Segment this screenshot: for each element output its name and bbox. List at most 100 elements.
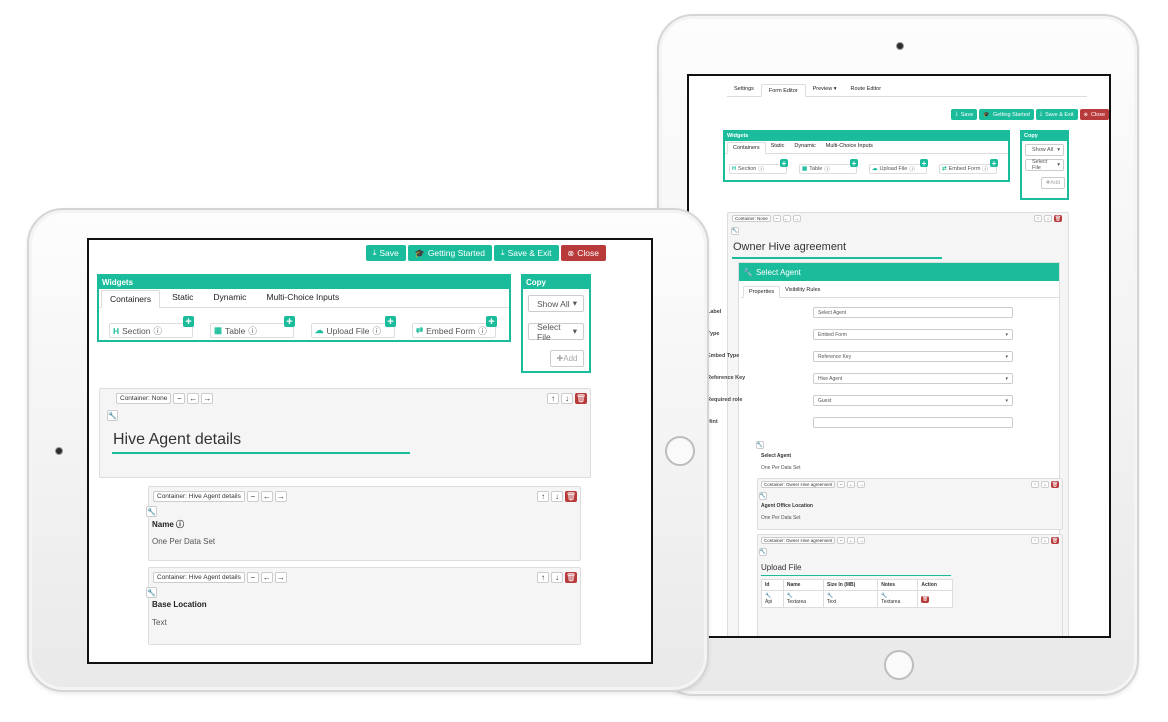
save-button[interactable]: ⤓ Save [951, 109, 978, 120]
add-embed-button[interactable]: + [486, 316, 497, 328]
tab-containers[interactable]: Containers [101, 290, 161, 308]
arrow-right-icon[interactable]: → [201, 393, 214, 404]
trash-icon[interactable]: 🗑 [921, 595, 930, 603]
close-button[interactable]: ⊗ Close [1079, 109, 1109, 120]
add-table-button[interactable]: + [284, 316, 295, 328]
tab-multi-choice[interactable]: Multi-Choice Inputs [258, 289, 347, 307]
container-selector[interactable]: Container: None [116, 393, 172, 404]
trash-icon[interactable]: 🗑 [1054, 215, 1062, 222]
tab-route-editor[interactable]: Route Editor [843, 83, 888, 96]
minus-icon[interactable]: − [246, 491, 259, 502]
arrow-right-icon[interactable]: → [792, 215, 801, 222]
add-embed-button[interactable]: + [990, 159, 998, 168]
wrench-icon[interactable]: 🔧 [146, 506, 157, 517]
widget-embed-form[interactable]: ⇄ Embed Form ⓘ + [939, 159, 998, 174]
wrench-icon[interactable]: 🔧 [146, 587, 157, 598]
widget-table[interactable]: ▦ Table ⓘ + [799, 159, 858, 174]
arrow-up-icon[interactable]: ↑ [1034, 215, 1042, 222]
getting-started-button[interactable]: 🎓 Getting Started [979, 109, 1034, 120]
arrow-left-icon[interactable]: ← [847, 481, 856, 488]
arrow-up-icon[interactable]: ↑ [537, 572, 549, 583]
add-section-button[interactable]: + [183, 316, 194, 328]
save-button[interactable]: ⤓ Save [365, 245, 406, 261]
minus-icon[interactable]: − [246, 572, 259, 583]
tab-visibility-rules[interactable]: Visibility Rules [780, 285, 825, 297]
widget-section[interactable]: H Section ⓘ + [729, 159, 788, 174]
show-all-select[interactable]: Show All ▾ [528, 295, 584, 312]
minus-icon[interactable]: − [173, 393, 186, 404]
add-section-button[interactable]: + [780, 159, 788, 168]
arrow-up-icon[interactable]: ↑ [1031, 481, 1039, 488]
tab-static[interactable]: Static [766, 141, 790, 153]
add-upload-button[interactable]: + [385, 316, 396, 328]
arrow-up-icon[interactable]: ↑ [537, 491, 549, 502]
arrow-down-icon[interactable]: ↓ [1041, 537, 1049, 544]
trash-icon[interactable]: 🗑 [565, 572, 577, 583]
container-selector[interactable]: Container: None [732, 215, 771, 222]
wrench-icon[interactable]: 🔧 [756, 441, 764, 449]
arrow-left-icon[interactable]: ← [782, 215, 791, 222]
tab-settings[interactable]: Settings [727, 83, 761, 96]
container-selector[interactable]: Container: Hive Agent details [153, 491, 245, 502]
arrow-right-icon[interactable]: → [274, 572, 287, 583]
arrow-right-icon[interactable]: → [857, 537, 866, 544]
trash-icon[interactable]: 🗑 [565, 491, 577, 502]
container-selector[interactable]: Container: Owner Hive agreement [761, 537, 836, 544]
label-input[interactable]: Select Agent [813, 307, 1013, 318]
widget-upload-file[interactable]: ☁ Upload File ⓘ + [311, 316, 396, 338]
trash-icon[interactable]: 🗑 [575, 393, 587, 404]
add-table-button[interactable]: + [850, 159, 858, 168]
add-upload-button[interactable]: + [920, 159, 928, 168]
required-role-select[interactable]: Guest ▾ [813, 395, 1013, 406]
add-button[interactable]: ✚ Add [1041, 177, 1065, 189]
type-select[interactable]: Embed Form ▾ [813, 329, 1013, 340]
arrow-down-icon[interactable]: ↓ [1041, 481, 1049, 488]
minus-icon[interactable]: − [772, 215, 781, 222]
tab-dynamic[interactable]: Dynamic [205, 289, 254, 307]
tab-containers[interactable]: Containers [727, 142, 766, 154]
arrow-down-icon[interactable]: ↓ [551, 572, 563, 583]
wrench-icon[interactable]: 🔧 [107, 410, 118, 421]
container-selector[interactable]: Container: Hive Agent details [153, 572, 245, 583]
tab-multi-choice[interactable]: Multi-Choice Inputs [821, 141, 878, 153]
getting-started-button[interactable]: 🎓 Getting Started [407, 245, 492, 261]
wrench-icon[interactable]: 🔧 [759, 492, 767, 500]
widget-table[interactable]: ▦ Table ⓘ + [210, 316, 295, 338]
wrench-icon[interactable]: 🔧 [731, 227, 739, 235]
wrench-icon[interactable]: 🔧 [759, 548, 767, 556]
select-file-select[interactable]: Select File ▾ [528, 322, 584, 342]
embed-type-select[interactable]: Reference Key ▾ [813, 351, 1013, 362]
tab-dynamic[interactable]: Dynamic [789, 141, 820, 153]
save-exit-button[interactable]: ⤓ Save & Exit [493, 245, 559, 261]
arrow-down-icon[interactable]: ↓ [551, 491, 563, 502]
minus-icon[interactable]: − [837, 537, 846, 544]
widget-section[interactable]: H Section ⓘ + [109, 316, 194, 338]
arrow-right-icon[interactable]: → [274, 491, 287, 502]
trash-icon[interactable]: 🗑 [1051, 481, 1059, 488]
widget-upload-file[interactable]: ☁ Upload File ⓘ + [869, 159, 928, 174]
add-button[interactable]: ✚ Add [550, 350, 584, 367]
arrow-down-icon[interactable]: ↓ [1044, 215, 1052, 222]
arrow-up-icon[interactable]: ↑ [1031, 537, 1039, 544]
home-button[interactable] [665, 436, 695, 466]
arrow-right-icon[interactable]: → [857, 481, 866, 488]
arrow-left-icon[interactable]: ← [187, 393, 200, 404]
arrow-up-icon[interactable]: ↑ [547, 393, 559, 404]
arrow-left-icon[interactable]: ← [260, 491, 273, 502]
tab-properties[interactable]: Properties [743, 286, 781, 298]
tab-form-editor[interactable]: Form Editor [760, 84, 806, 97]
show-all-select[interactable]: Show All ▾ [1025, 144, 1064, 156]
arrow-left-icon[interactable]: ← [847, 537, 856, 544]
arrow-down-icon[interactable]: ↓ [561, 393, 573, 404]
minus-icon[interactable]: − [837, 481, 846, 488]
container-selector[interactable]: Container: Owner Hive agreement [761, 481, 836, 488]
widget-embed-form[interactable]: ⇄ Embed Form ⓘ + [412, 316, 497, 338]
tab-preview[interactable]: Preview ▾ [806, 83, 844, 96]
hint-input[interactable] [813, 417, 1013, 428]
save-exit-button[interactable]: ⤓ Save & Exit [1035, 109, 1078, 120]
trash-icon[interactable]: 🗑 [1051, 537, 1059, 544]
reference-key-select[interactable]: Hive Agent ▾ [813, 373, 1013, 384]
select-file-select[interactable]: Select File ▾ [1025, 159, 1064, 171]
home-button[interactable] [884, 650, 914, 680]
close-button[interactable]: ⊗ Close [560, 245, 606, 261]
